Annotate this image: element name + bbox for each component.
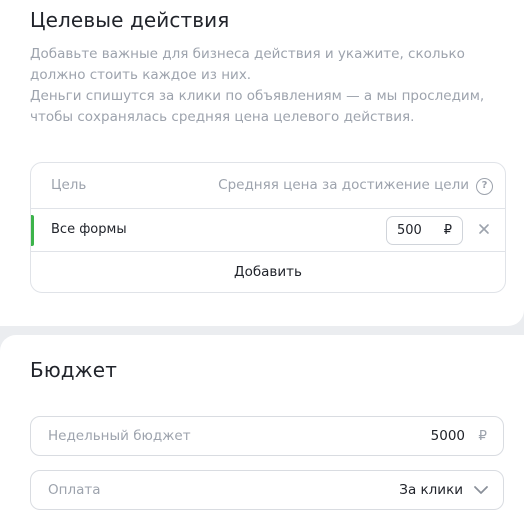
add-goal-button[interactable]: Добавить: [31, 252, 505, 292]
add-goal-label: Добавить: [234, 264, 302, 280]
goals-title: Целевые действия: [30, 8, 230, 32]
help-icon[interactable]: ?: [476, 178, 493, 195]
goal-name: Все формы: [51, 222, 127, 237]
goals-description: Добавьте важные для бизнеса действия и у…: [30, 44, 500, 128]
goals-table-header: Цель Средняя цена за достижение цели ?: [31, 163, 505, 209]
table-row: Все формы 500 ₽: [31, 209, 505, 252]
budget-title: Бюджет: [30, 358, 117, 382]
row-accent-bar: [31, 215, 34, 246]
weekly-budget-label: Недельный бюджет: [48, 428, 191, 444]
payment-label: Оплата: [48, 482, 101, 498]
goal-price-value[interactable]: 500: [397, 223, 422, 238]
close-icon[interactable]: [477, 222, 491, 236]
budget-card: Бюджет Недельный бюджет 5000 ₽ Оплата За…: [0, 335, 524, 531]
goal-price-input[interactable]: 500 ₽: [386, 216, 463, 245]
column-header-goal: Цель: [51, 177, 87, 193]
chevron-down-icon[interactable]: [473, 485, 489, 495]
column-header-price: Средняя цена за достижение цели: [218, 177, 469, 193]
goals-table: Цель Средняя цена за достижение цели ? В…: [30, 162, 506, 293]
currency-symbol: ₽: [478, 428, 487, 444]
goals-description-line2: Деньги спишутся за клики по объявлениям …: [30, 88, 485, 125]
weekly-budget-value[interactable]: 5000: [431, 428, 465, 444]
goals-description-line1: Добавьте важные для бизнеса действия и у…: [30, 46, 465, 83]
weekly-budget-field[interactable]: Недельный бюджет 5000 ₽: [30, 416, 504, 456]
payment-value[interactable]: За клики: [399, 482, 463, 498]
payment-select[interactable]: Оплата За клики: [30, 470, 504, 510]
currency-symbol: ₽: [443, 223, 452, 238]
goals-card: Целевые действия Добавьте важные для биз…: [0, 0, 524, 326]
